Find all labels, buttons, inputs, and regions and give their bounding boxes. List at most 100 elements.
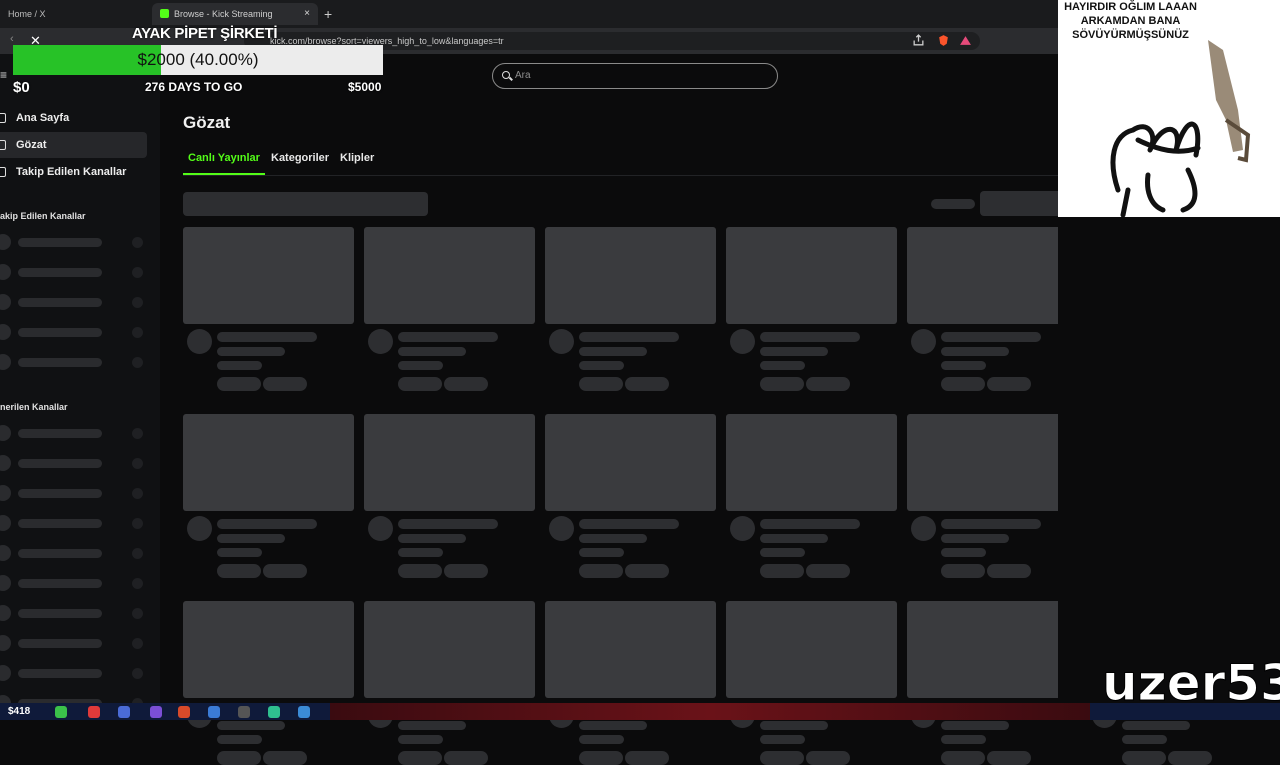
tag-skeleton[interactable] bbox=[941, 377, 985, 391]
taskbar-app-icon[interactable] bbox=[298, 706, 310, 718]
tab-kick-browse[interactable]: Browse - Kick Streaming × bbox=[152, 3, 318, 25]
tag-skeleton[interactable] bbox=[806, 377, 850, 391]
channel-skeleton-row[interactable] bbox=[0, 425, 150, 443]
stream-thumbnail-skeleton[interactable] bbox=[364, 414, 535, 511]
tag-skeleton[interactable] bbox=[444, 564, 488, 578]
tag-skeleton[interactable] bbox=[263, 751, 307, 765]
tab-clips[interactable]: Klipler bbox=[340, 152, 374, 164]
channel-skeleton-row[interactable] bbox=[0, 485, 150, 503]
channel-skeleton-row[interactable] bbox=[0, 455, 150, 473]
stream-thumbnail-skeleton[interactable] bbox=[545, 601, 716, 698]
close-icon[interactable]: ✕ bbox=[30, 33, 41, 49]
sidebar-item-following[interactable]: Takip Edilen Kanallar bbox=[0, 159, 147, 185]
stream-thumbnail-skeleton[interactable] bbox=[726, 227, 897, 324]
stream-thumbnail-skeleton[interactable] bbox=[726, 414, 897, 511]
tag-skeleton[interactable] bbox=[444, 377, 488, 391]
stream-thumbnail-skeleton[interactable] bbox=[183, 227, 354, 324]
tag-skeleton[interactable] bbox=[263, 377, 307, 391]
tag-skeleton[interactable] bbox=[941, 564, 985, 578]
streamer-avatar-skeleton[interactable] bbox=[187, 329, 212, 354]
stream-thumbnail-skeleton[interactable] bbox=[726, 601, 897, 698]
streamer-avatar-skeleton[interactable] bbox=[730, 329, 755, 354]
tag-skeleton[interactable] bbox=[625, 564, 669, 578]
sort-dropdown-skeleton[interactable] bbox=[980, 191, 1070, 216]
tag-skeleton[interactable] bbox=[987, 564, 1031, 578]
hamburger-menu-icon[interactable]: ≡ bbox=[0, 68, 7, 82]
back-arrow-icon[interactable]: ‹ bbox=[10, 33, 14, 45]
tag-skeleton[interactable] bbox=[806, 564, 850, 578]
tag-skeleton[interactable] bbox=[987, 751, 1031, 765]
channel-skeleton-row[interactable] bbox=[0, 294, 150, 312]
tag-skeleton[interactable] bbox=[217, 564, 261, 578]
tag-skeleton[interactable] bbox=[1168, 751, 1212, 765]
tag-skeleton[interactable] bbox=[760, 377, 804, 391]
taskbar-price-widget[interactable]: $418 bbox=[8, 706, 30, 717]
streamer-avatar-skeleton[interactable] bbox=[911, 516, 936, 541]
tab-home-x[interactable]: Home / X bbox=[0, 3, 150, 25]
taskbar-app-icon[interactable] bbox=[208, 706, 220, 718]
channel-skeleton-row[interactable] bbox=[0, 545, 150, 563]
taskbar-app-icon[interactable] bbox=[55, 706, 67, 718]
streamer-avatar-skeleton[interactable] bbox=[730, 516, 755, 541]
channel-skeleton-row[interactable] bbox=[0, 665, 150, 683]
tab-categories[interactable]: Kategoriler bbox=[271, 152, 329, 164]
tag-skeleton[interactable] bbox=[263, 564, 307, 578]
tag-skeleton[interactable] bbox=[1122, 751, 1166, 765]
search-input[interactable]: Ara bbox=[492, 63, 778, 89]
streamer-avatar-skeleton[interactable] bbox=[187, 516, 212, 541]
channel-skeleton-row[interactable] bbox=[0, 515, 150, 533]
taskbar-app-icon[interactable] bbox=[178, 706, 190, 718]
tag-skeleton[interactable] bbox=[217, 751, 261, 765]
stream-thumbnail-skeleton[interactable] bbox=[907, 601, 1078, 698]
channel-skeleton-row[interactable] bbox=[0, 354, 150, 372]
tag-skeleton[interactable] bbox=[398, 751, 442, 765]
sidebar-item-browse[interactable]: Gözat bbox=[0, 132, 147, 158]
taskbar-app-icon[interactable] bbox=[88, 706, 100, 718]
tag-skeleton[interactable] bbox=[625, 377, 669, 391]
tag-skeleton[interactable] bbox=[398, 377, 442, 391]
tag-skeleton[interactable] bbox=[444, 751, 488, 765]
brave-shield-icon[interactable] bbox=[937, 34, 950, 47]
channel-skeleton-row[interactable] bbox=[0, 635, 150, 653]
taskbar-app-icon[interactable] bbox=[238, 706, 250, 718]
channel-skeleton-row[interactable] bbox=[0, 234, 150, 252]
stream-thumbnail-skeleton[interactable] bbox=[907, 227, 1078, 324]
streamer-avatar-skeleton[interactable] bbox=[549, 516, 574, 541]
tag-skeleton[interactable] bbox=[760, 564, 804, 578]
stream-thumbnail-skeleton[interactable] bbox=[545, 414, 716, 511]
close-tab-icon[interactable]: × bbox=[304, 3, 310, 25]
tag-skeleton[interactable] bbox=[579, 564, 623, 578]
tag-skeleton[interactable] bbox=[217, 377, 261, 391]
tag-skeleton[interactable] bbox=[987, 377, 1031, 391]
streamer-avatar-skeleton[interactable] bbox=[911, 329, 936, 354]
tag-skeleton[interactable] bbox=[941, 751, 985, 765]
tag-skeleton[interactable] bbox=[579, 751, 623, 765]
stream-thumbnail-skeleton[interactable] bbox=[183, 414, 354, 511]
sidebar-item-home[interactable]: Ana Sayfa bbox=[0, 105, 147, 131]
stream-thumbnail-skeleton[interactable] bbox=[183, 601, 354, 698]
tag-skeleton[interactable] bbox=[806, 751, 850, 765]
channel-skeleton-row[interactable] bbox=[0, 605, 150, 623]
channel-skeleton-row[interactable] bbox=[0, 324, 150, 342]
stream-thumbnail-skeleton[interactable] bbox=[907, 414, 1078, 511]
stream-thumbnail-skeleton[interactable] bbox=[364, 601, 535, 698]
channel-skeleton-row[interactable] bbox=[0, 575, 150, 593]
taskbar-app-icon[interactable] bbox=[268, 706, 280, 718]
tag-skeleton[interactable] bbox=[760, 751, 804, 765]
streamer-avatar-skeleton[interactable] bbox=[368, 329, 393, 354]
rewards-icon[interactable] bbox=[959, 34, 972, 47]
taskbar-app-icon[interactable] bbox=[118, 706, 130, 718]
stream-thumbnail-skeleton[interactable] bbox=[545, 227, 716, 324]
tag-skeleton[interactable] bbox=[625, 751, 669, 765]
streamer-avatar-skeleton[interactable] bbox=[549, 329, 574, 354]
stream-thumbnail-skeleton[interactable] bbox=[364, 227, 535, 324]
streamer-avatar-skeleton[interactable] bbox=[368, 516, 393, 541]
channel-skeleton-row[interactable] bbox=[0, 264, 150, 282]
taskbar-app-icon[interactable] bbox=[150, 706, 162, 718]
tag-skeleton[interactable] bbox=[398, 564, 442, 578]
tag-skeleton[interactable] bbox=[579, 377, 623, 391]
share-icon[interactable] bbox=[912, 34, 925, 47]
new-tab-button[interactable]: + bbox=[324, 3, 332, 25]
tab-live-streams[interactable]: Canlı Yayınlar bbox=[188, 152, 260, 164]
language-filter-skeleton[interactable] bbox=[183, 192, 428, 216]
